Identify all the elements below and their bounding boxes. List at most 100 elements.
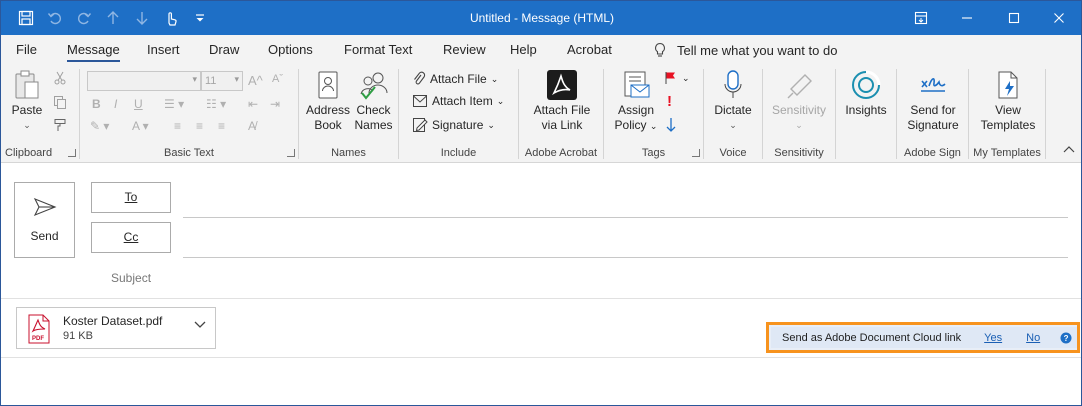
dictate-button[interactable]: Dictate ⌄ <box>708 69 758 133</box>
attach-file-button[interactable]: Attach File ⌄ <box>412 71 498 87</box>
check-names-button[interactable]: Check Names <box>351 69 396 133</box>
signature-button[interactable]: Signature ⌄ <box>412 117 495 133</box>
cc-field[interactable] <box>183 257 1068 258</box>
names-group: Address Book Check Names Names <box>299 65 398 163</box>
signature-icon <box>413 118 428 132</box>
insights-group: Insights <box>836 65 896 163</box>
tab-review[interactable]: Review <box>443 42 486 57</box>
help-icon[interactable]: ? <box>1060 332 1072 344</box>
insights-label: Insights <box>845 103 887 117</box>
tab-acrobat[interactable]: Acrobat <box>567 42 612 57</box>
svg-text:?: ? <box>1064 334 1069 343</box>
names-group-label: Names <box>331 147 366 159</box>
copy-icon[interactable] <box>53 95 67 109</box>
tab-format-text[interactable]: Format Text <box>344 42 412 57</box>
check-names-label-1: Check <box>356 103 391 117</box>
infobar-no-link[interactable]: No <box>1026 332 1040 344</box>
maximize-icon[interactable] <box>991 1 1037 35</box>
to-button[interactable]: To <box>91 182 171 213</box>
title-bar: Untitled - Message (HTML) <box>1 1 1081 35</box>
high-importance-icon[interactable]: ! <box>667 93 672 110</box>
underline-icon[interactable]: U <box>134 97 143 111</box>
cut-icon[interactable] <box>53 71 67 85</box>
font-size-combo[interactable]: 11 ▾ <box>201 71 243 91</box>
header-divider <box>1 298 1081 299</box>
insights-button[interactable]: Insights <box>841 69 891 118</box>
tags-launcher[interactable] <box>692 149 700 157</box>
address-book-icon <box>318 71 338 99</box>
assign-policy-icon <box>624 71 650 98</box>
italic-icon[interactable]: I <box>114 97 117 111</box>
attachment-divider <box>1 357 1081 358</box>
bullets-icon[interactable]: ☰ ▾ <box>164 97 184 111</box>
assign-policy-label-1: Assign <box>617 103 655 117</box>
font-color-icon[interactable]: A ▾ <box>132 119 149 133</box>
tab-message[interactable]: Message <box>67 42 120 62</box>
lightbulb-icon <box>655 42 665 57</box>
send-button[interactable]: Send <box>14 182 75 258</box>
chevron-down-icon[interactable] <box>194 320 206 332</box>
my-templates-group-label: My Templates <box>973 147 1041 159</box>
to-label: To <box>124 190 138 204</box>
tab-draw[interactable]: Draw <box>209 42 239 57</box>
send-for-signature-button[interactable]: Send for Signature <box>901 69 965 133</box>
low-importance-icon[interactable] <box>665 117 677 133</box>
include-group: Attach File ⌄ Attach Item ⌄ Signature ⌄ … <box>399 65 518 163</box>
tab-insert[interactable]: Insert <box>147 42 180 57</box>
voice-group: Dictate ⌄ Voice <box>704 65 762 163</box>
dictate-label: Dictate <box>714 103 752 117</box>
grow-font-icon[interactable]: A^ <box>248 73 263 88</box>
close-icon[interactable] <box>1036 1 1081 35</box>
sensitivity-button[interactable]: Sensitivity ⌄ <box>767 69 831 133</box>
address-book-label-2: Book <box>314 118 342 132</box>
address-book-button[interactable]: Address Book <box>304 69 352 133</box>
subject-field[interactable] <box>183 265 1068 291</box>
numbering-icon[interactable]: ☷ ▾ <box>206 97 226 111</box>
paste-icon <box>15 70 39 99</box>
format-painter-icon[interactable] <box>53 118 67 132</box>
collapse-ribbon-icon[interactable] <box>1063 145 1075 153</box>
minimize-icon[interactable] <box>944 1 990 35</box>
clipboard-launcher[interactable] <box>68 149 76 157</box>
to-field[interactable] <box>183 217 1068 218</box>
chevron-down-icon: ⌄ <box>496 95 505 106</box>
attach-item-button[interactable]: Attach Item ⌄ <box>412 94 504 108</box>
tags-group: Assign Policy ⌄ ⌄ ! Tags <box>604 65 703 163</box>
shrink-font-icon[interactable]: Aˇ <box>272 73 283 85</box>
adobe-sign-group-label: Adobe Sign <box>904 147 961 159</box>
clear-formatting-icon[interactable]: A̸ <box>248 119 256 133</box>
pdf-file-icon: PDF <box>28 314 50 344</box>
paste-button[interactable]: Paste ⌄ <box>7 69 47 133</box>
align-center-icon[interactable]: ≡ <box>196 119 203 133</box>
tab-help[interactable]: Help <box>510 42 537 57</box>
cc-button[interactable]: Cc <box>91 222 171 253</box>
attachment-size: 91 KB <box>63 330 93 342</box>
tab-file[interactable]: File <box>16 42 37 57</box>
attach-via-link-label-1: Attach File <box>533 103 591 117</box>
tab-options[interactable]: Options <box>268 42 313 57</box>
attachment-name: Koster Dataset.pdf <box>63 314 163 328</box>
subject-label: Subject <box>111 271 152 285</box>
attach-via-link-button[interactable]: Attach File via Link <box>527 69 597 133</box>
align-left-icon[interactable]: ≡ <box>174 119 181 133</box>
bold-icon[interactable]: B <box>92 97 101 111</box>
attachment-item[interactable]: PDF Koster Dataset.pdf 91 KB <box>16 307 216 349</box>
infobar-yes-link[interactable]: Yes <box>984 332 1002 344</box>
tell-me-search[interactable]: Tell me what you want to do <box>653 42 837 58</box>
send-label: Send <box>30 229 59 243</box>
ribbon-display-options-icon[interactable] <box>898 1 944 35</box>
increase-indent-icon[interactable]: ⇥ <box>270 97 280 111</box>
decrease-indent-icon[interactable]: ⇤ <box>248 97 258 111</box>
view-templates-icon <box>998 71 1018 99</box>
assign-policy-button[interactable]: Assign Policy ⌄ <box>610 69 662 134</box>
adobe-acrobat-group-label: Adobe Acrobat <box>524 147 598 159</box>
send-for-signature-label-2: Signature <box>907 118 959 132</box>
highlight-icon[interactable]: ✎ ▾ <box>90 119 109 133</box>
view-templates-button[interactable]: View Templates <box>973 69 1043 133</box>
sensitivity-icon <box>787 74 812 99</box>
follow-up-flag-button[interactable]: ⌄ <box>664 71 690 85</box>
font-name-combo[interactable]: ▾ <box>87 71 201 91</box>
align-right-icon[interactable]: ≡ <box>218 119 225 133</box>
paste-label: Paste <box>11 103 43 117</box>
basic-text-launcher[interactable] <box>287 149 295 157</box>
